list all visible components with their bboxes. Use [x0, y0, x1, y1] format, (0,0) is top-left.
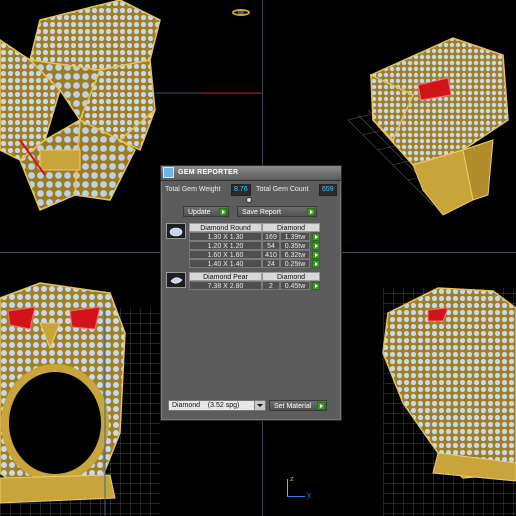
update-button[interactable]: Update — [183, 206, 229, 217]
panel-titlebar[interactable]: GEM REPORTER — [161, 166, 341, 181]
panel-title: GEM REPORTER — [178, 169, 239, 176]
gem-reporter-panel: GEM REPORTER Total Gem Weight 8.76 Total… — [160, 165, 342, 421]
row-count: 410 — [262, 250, 280, 259]
save-report-label: Save Report — [242, 209, 281, 216]
row-select-go-icon[interactable] — [312, 260, 320, 268]
row-count: 24 — [262, 259, 280, 268]
row-size: 1.40 X 1.40 — [189, 259, 262, 268]
row-tw: 0.35tw — [280, 241, 310, 250]
round-gem-thumbnail — [166, 223, 186, 239]
gem-group-diamond-pear: Diamond Pear Diamond 7.38 X 2.80 2 0.45t… — [164, 272, 338, 292]
row-tw: 6.32tw — [280, 250, 310, 259]
row-size: 7.38 X 2.80 — [189, 281, 262, 290]
row-select-go-icon[interactable] — [312, 251, 320, 259]
totals-row: Total Gem Weight 8.76 Total Gem Count 65… — [164, 184, 338, 196]
pear-gem-thumbnail — [166, 272, 186, 288]
row-select-go-icon[interactable] — [312, 242, 320, 250]
group-2-type-header: Diamond Pear — [189, 272, 262, 281]
row-count: 169 — [262, 232, 280, 241]
material-select[interactable]: Diamond (3.52 spg) — [168, 400, 266, 411]
row-tw: 1.39tw — [280, 232, 310, 241]
row-size: 1.20 X 1.20 — [189, 241, 262, 250]
total-count-value: 659 — [319, 184, 337, 196]
update-go-icon — [219, 208, 227, 216]
set-material-button[interactable]: Set Material — [269, 400, 327, 411]
total-weight-label: Total Gem Weight — [165, 186, 221, 193]
row-count: 54 — [262, 241, 280, 250]
group-1-type-header: Diamond Round — [189, 223, 262, 232]
set-material-label: Set Material — [274, 403, 312, 410]
total-weight-value: 8.76 — [231, 184, 251, 196]
row-select-go-icon[interactable] — [312, 233, 320, 241]
row-tw: 0.45tw — [280, 281, 310, 290]
row-size: 1.30 X 1.30 — [189, 232, 262, 241]
row-tw: 0.25tw — [280, 259, 310, 268]
axis-z-label: z — [290, 475, 294, 483]
group-2-material-header: Diamond — [262, 272, 320, 281]
update-button-label: Update — [188, 209, 211, 216]
group-1-material-header: Diamond — [262, 223, 320, 232]
row-size: 1.60 X 1.60 — [189, 250, 262, 259]
material-select-value: Diamond (3.52 spg) — [172, 402, 240, 409]
collapse-handle-icon[interactable] — [245, 197, 253, 203]
axis-y-label: y — [307, 491, 312, 499]
total-count-label: Total Gem Count — [256, 186, 309, 193]
view-cube-icon[interactable] — [232, 9, 250, 16]
row-select-go-icon[interactable] — [312, 282, 320, 290]
gem-reporter-icon — [163, 167, 174, 178]
save-report-go-icon — [307, 208, 315, 216]
row-count: 2 — [262, 281, 280, 290]
axis-gizmo: z y — [285, 475, 315, 501]
chevron-down-icon[interactable] — [254, 401, 265, 410]
save-report-button[interactable]: Save Report — [237, 206, 317, 217]
gem-group-diamond-round: Diamond Round Diamond 1.30 X 1.30 169 1.… — [164, 223, 338, 269]
set-material-go-icon — [317, 402, 325, 410]
